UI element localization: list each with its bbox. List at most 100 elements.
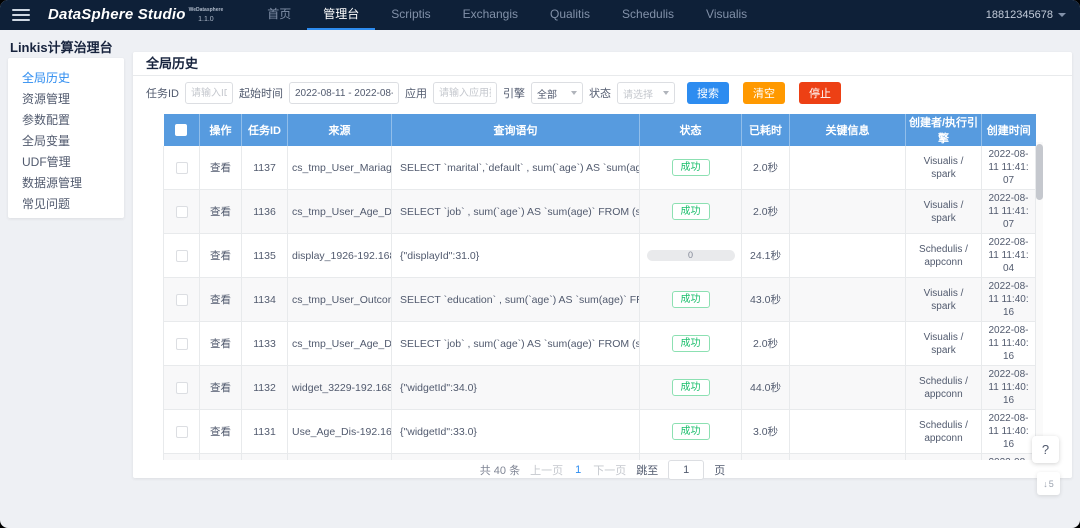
status-cell: 成功 xyxy=(640,410,742,454)
app-logo-title: DataSphere Studio xyxy=(48,5,186,25)
user-menu[interactable]: 18812345678 xyxy=(986,9,1066,21)
creator-cell: Visualis / spark xyxy=(906,146,982,190)
top-nav-item[interactable]: Scriptis xyxy=(375,0,446,30)
task-id-cell: 1134 xyxy=(242,278,288,322)
view-link[interactable]: 查看 xyxy=(210,426,231,438)
chevron-down-icon xyxy=(663,91,669,95)
status-cell: 成功 xyxy=(640,366,742,410)
query-cell: SELECT `job` , sum(`age`) AS `sum(age)` … xyxy=(392,190,640,234)
status-success-badge: 成功 xyxy=(672,291,710,308)
key-info-cell xyxy=(790,190,906,234)
column-header: 状态 xyxy=(640,114,742,146)
history-table: 操作任务ID来源查询语句状态已耗时关键信息创建者/执行引擎创建时间 查看1137… xyxy=(163,114,1036,460)
user-phone: 18812345678 xyxy=(986,9,1053,21)
start-time-label: 起始时间 xyxy=(239,85,283,101)
table-row: 查看1137cs_tmp_User_Mariage_rs...SELECT `m… xyxy=(164,146,1036,190)
column-header: 创建时间 xyxy=(982,114,1036,146)
quick-scroll-button[interactable]: ↓5 xyxy=(1037,472,1060,495)
column-header: 任务ID xyxy=(242,114,288,146)
key-info-cell xyxy=(790,146,906,190)
query-cell: {"displayId":31.0} xyxy=(392,234,640,278)
top-nav-item[interactable]: 管理台 xyxy=(307,0,375,30)
row-checkbox[interactable] xyxy=(176,426,188,438)
elapsed-cell: 24.1秒 xyxy=(742,234,790,278)
row-checkbox[interactable] xyxy=(176,206,188,218)
query-cell: {"widgetId":34.0} xyxy=(392,366,640,410)
table-row: 查看1136cs_tmp_User_Age_Distri...SELECT `j… xyxy=(164,190,1036,234)
key-info-cell xyxy=(790,278,906,322)
date-range-input[interactable] xyxy=(289,82,399,104)
sidebar-item[interactable]: 参数配置 xyxy=(22,110,124,131)
creator-cell: Visualis / spark xyxy=(906,322,982,366)
query-cell: SELECT `marital`,`default` , sum(`age`) … xyxy=(392,146,640,190)
sidebar-item[interactable]: 全局历史 xyxy=(22,68,124,89)
stop-button[interactable]: 停止 xyxy=(799,82,841,104)
search-button[interactable]: 搜索 xyxy=(687,82,729,104)
column-header: 关键信息 xyxy=(790,114,906,146)
top-nav-item[interactable]: Schedulis xyxy=(606,0,690,30)
view-link[interactable]: 查看 xyxy=(210,162,231,174)
sidebar-item[interactable]: 资源管理 xyxy=(22,89,124,110)
prev-page-button[interactable]: 上一页 xyxy=(530,462,563,478)
table-row: 查看1132widget_3229-192.168.2...{"widgetId… xyxy=(164,366,1036,410)
row-select-cell xyxy=(164,234,200,278)
status-cell: 成功 xyxy=(640,322,742,366)
row-select-cell xyxy=(164,146,200,190)
row-checkbox[interactable] xyxy=(176,162,188,174)
status-cell: 0 xyxy=(640,234,742,278)
top-nav-item[interactable]: Qualitis xyxy=(534,0,606,30)
key-info-cell xyxy=(790,410,906,454)
status-label: 状态 xyxy=(589,85,611,101)
creator-cell: Visualis / spark xyxy=(906,190,982,234)
app-input[interactable] xyxy=(433,82,497,104)
status-progress: 0 xyxy=(647,250,735,261)
sidebar-item[interactable]: UDF管理 xyxy=(22,152,124,173)
task-id-label: 任务ID xyxy=(146,85,179,101)
row-action-cell: 查看 xyxy=(200,322,242,366)
main-panel: 全局历史 任务ID 起始时间 应用 引擎 全部 状态 请选择 搜索 清空 停止 xyxy=(133,52,1072,478)
page-number-1[interactable]: 1 xyxy=(573,464,583,476)
row-action-cell: 查看 xyxy=(200,366,242,410)
jump-page-input[interactable] xyxy=(668,460,704,480)
top-nav-item[interactable]: Exchangis xyxy=(447,0,534,30)
task-id-input[interactable] xyxy=(185,82,233,104)
top-nav-item[interactable]: 首页 xyxy=(251,0,307,30)
sidebar-item[interactable]: 数据源管理 xyxy=(22,173,124,194)
row-checkbox[interactable] xyxy=(176,294,188,306)
help-button[interactable]: ? xyxy=(1032,436,1059,463)
elapsed-cell: 44.0秒 xyxy=(742,366,790,410)
created-time-cell: 2022-08-11 11:40:16 xyxy=(982,278,1036,322)
help-icon: ? xyxy=(1042,442,1049,457)
sidebar-title: Linkis计算治理台 xyxy=(10,37,113,56)
row-checkbox[interactable] xyxy=(176,250,188,262)
sidebar-item[interactable]: 全局变量 xyxy=(22,131,124,152)
top-nav: 首页管理台ScriptisExchangisQualitisSchedulisV… xyxy=(251,0,763,30)
row-checkbox[interactable] xyxy=(176,338,188,350)
column-header: 查询语句 xyxy=(392,114,640,146)
table-scrollbar-track xyxy=(1036,142,1043,460)
status-success-badge: 成功 xyxy=(672,423,710,440)
hamburger-menu-icon[interactable] xyxy=(12,9,30,21)
table-row: 查看1133cs_tmp_User_Age_Distri...SELECT `j… xyxy=(164,322,1036,366)
row-action-cell: 查看 xyxy=(200,234,242,278)
top-nav-item[interactable]: Visualis xyxy=(690,0,763,30)
column-header: 创建者/执行引擎 xyxy=(906,114,982,146)
table-scrollbar-thumb[interactable] xyxy=(1036,144,1043,200)
status-select[interactable]: 请选择 xyxy=(617,82,675,104)
sidebar-item[interactable]: 常见问题 xyxy=(22,194,124,215)
row-action-cell: 查看 xyxy=(200,190,242,234)
engine-select[interactable]: 全部 xyxy=(531,82,583,104)
next-page-button[interactable]: 下一页 xyxy=(593,462,626,478)
view-link[interactable]: 查看 xyxy=(210,382,231,394)
view-link[interactable]: 查看 xyxy=(210,294,231,306)
view-link[interactable]: 查看 xyxy=(210,338,231,350)
clear-button[interactable]: 清空 xyxy=(743,82,785,104)
top-header: DataSphere Studio WeDatasphere 1.1.0 首页管… xyxy=(0,0,1080,30)
view-link[interactable]: 查看 xyxy=(210,250,231,262)
select-all-checkbox[interactable] xyxy=(175,124,187,136)
row-checkbox[interactable] xyxy=(176,382,188,394)
elapsed-cell: 3.0秒 xyxy=(742,410,790,454)
view-link[interactable]: 查看 xyxy=(210,206,231,218)
engine-select-value: 全部 xyxy=(537,86,557,101)
row-select-cell xyxy=(164,190,200,234)
